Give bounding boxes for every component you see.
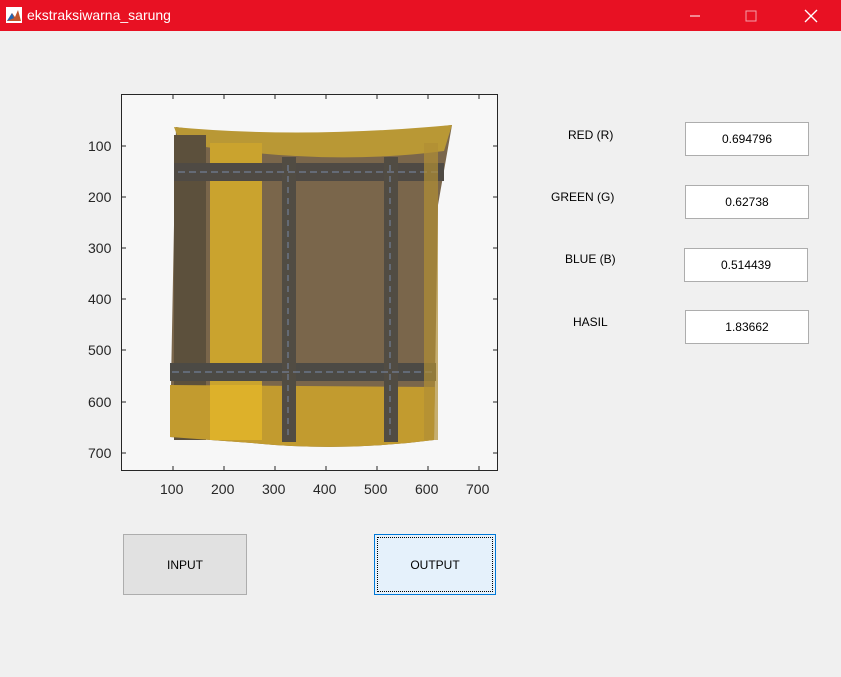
green-value-field[interactable]: 0.62738 [685,185,809,219]
x-tick-label: 600 [415,481,439,497]
y-tick-label: 300 [88,240,112,256]
close-icon [804,9,818,22]
sarong-image [170,125,452,447]
y-tick-label: 100 [88,138,112,154]
red-value-field[interactable]: 0.694796 [685,122,809,156]
green-label: GREEN (G) [551,190,615,204]
x-tick-label: 200 [211,481,235,497]
x-tick-label: 300 [262,481,286,497]
hasil-value-field[interactable]: 1.83662 [685,310,809,344]
y-tick-label: 400 [88,291,112,307]
maximize-icon [745,10,757,21]
y-tick-label: 200 [88,189,112,205]
output-button[interactable]: OUTPUT [374,534,496,595]
y-tick-label: 700 [88,445,112,461]
title-bar: ekstraksiwarna_sarung [0,0,841,31]
x-tick-label: 700 [466,481,490,497]
image-axes [121,94,498,471]
minimize-icon [690,15,700,16]
x-tick-label: 400 [313,481,337,497]
maximize-button[interactable] [728,0,774,31]
hasil-label: HASIL [573,315,608,329]
input-button[interactable]: INPUT [123,534,247,595]
blue-label: BLUE (B) [565,252,616,266]
blue-value-field[interactable]: 0.514439 [684,248,808,282]
y-tick-label: 600 [88,394,112,410]
red-label: RED (R) [568,128,614,142]
x-tick-label: 100 [160,481,184,497]
close-button[interactable] [788,0,834,31]
minimize-button[interactable] [672,0,718,31]
window-title: ekstraksiwarna_sarung [27,7,171,23]
y-tick-label: 500 [88,342,112,358]
matlab-app-icon [6,7,22,23]
x-tick-label: 500 [364,481,388,497]
